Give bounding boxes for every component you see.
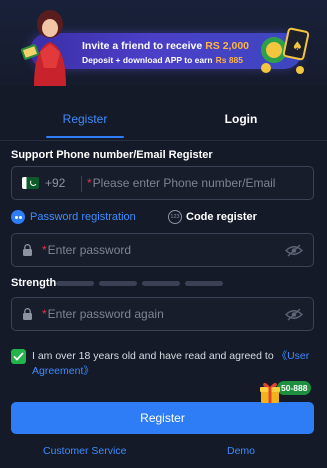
strength-bar [142,281,180,286]
required-mark: * [87,176,92,190]
auth-tabs: Register Login [0,100,327,140]
eye-off-icon[interactable] [285,244,303,257]
password-field[interactable]: *Enter password [11,233,314,267]
strength-bar [56,281,94,286]
agreement-statement: I am over 18 years old and have read and… [32,350,274,362]
confirm-password-placeholder-text: Enter password again [47,307,164,321]
tabs-divider [0,140,327,141]
hostess-illustration [20,10,66,86]
checkmark-icon [13,352,24,361]
gift-badge-label: 50-888 [277,381,312,395]
code-icon[interactable]: 123 [168,210,182,224]
required-mark: * [42,307,47,321]
phone-email-placeholder-text: Please enter Phone number/Email [92,176,276,190]
register-mode-options: Password registration 123 Code register [11,209,314,225]
gift-icon [260,382,280,403]
customer-service-link[interactable]: Customer Service [43,445,126,457]
lock-icon [23,308,32,320]
promo-line-2-amount: Rs 885 [215,55,244,65]
demo-link[interactable]: Demo [227,445,255,457]
field-separator [81,176,82,192]
agreement-text: I am over 18 years old and have read and… [32,349,316,379]
promo-line-1: Invite a friend to receive RS 2,000 [82,40,249,52]
promo-line-2: Deposit + download APP to earn Rs 885 [82,55,243,65]
radio-icon[interactable] [11,210,25,224]
required-mark: * [42,243,47,257]
confirm-password-placeholder: *Enter password again [42,307,164,321]
gift-cards-illustration: ♠ [261,27,310,74]
strength-bar [185,281,223,286]
tab-login[interactable]: Login [206,100,276,140]
agreement-row: I am over 18 years old and have read and… [11,346,314,380]
phone-email-field[interactable]: +92 *Please enter Phone number/Email [11,166,314,200]
footer-links: Customer Service Demo [0,445,327,461]
svg-text:♠: ♠ [292,39,303,53]
agree-checkbox[interactable] [11,349,26,364]
password-placeholder: *Enter password [42,243,131,257]
phone-email-placeholder: *Please enter Phone number/Email [87,176,275,190]
password-placeholder-text: Enter password [47,243,132,257]
promo-banner[interactable]: Invite a friend to receive RS 2,000 Depos… [0,0,327,86]
lock-icon [23,244,32,256]
country-code-prefix[interactable]: +92 [45,176,65,190]
gift-badge[interactable]: 50-888 [259,378,321,406]
password-strength: Strength [11,277,314,289]
register-button[interactable]: Register [11,402,314,434]
option-code-register[interactable]: Code register [186,211,257,223]
promo-line-2-text: Deposit + download APP to earn [82,55,213,65]
confirm-password-field[interactable]: *Enter password again [11,297,314,331]
eye-off-icon[interactable] [285,308,303,321]
promo-line-1-amount: RS 2,000 [205,40,249,52]
pakistan-flag-icon [22,177,39,189]
section-title: Support Phone number/Email Register [11,149,213,161]
promo-line-1-text: Invite a friend to receive [82,40,203,52]
tab-register[interactable]: Register [46,100,124,140]
option-password-registration[interactable]: Password registration [30,211,136,223]
strength-bar [99,281,137,286]
strength-label: Strength [11,277,57,289]
